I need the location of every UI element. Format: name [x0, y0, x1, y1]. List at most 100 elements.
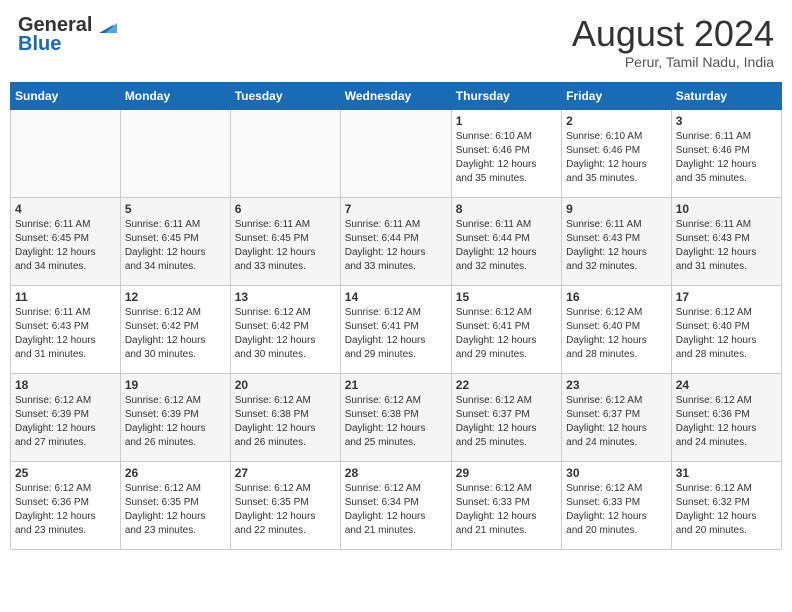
day-info: Sunrise: 6:10 AM Sunset: 6:46 PM Dayligh…: [456, 130, 557, 186]
day-number: 5: [125, 202, 226, 216]
day-info: Sunrise: 6:12 AM Sunset: 6:38 PM Dayligh…: [235, 394, 336, 450]
calendar-cell: 8 Sunrise: 6:11 AM Sunset: 6:44 PM Daylig…: [451, 197, 561, 285]
calendar-cell: 7 Sunrise: 6:11 AM Sunset: 6:44 PM Daylig…: [340, 197, 451, 285]
day-info: Sunrise: 6:12 AM Sunset: 6:34 PM Dayligh…: [345, 482, 447, 538]
calendar-cell: 15Sunrise: 6:12 AM Sunset: 6:41 PM Dayli…: [451, 285, 561, 373]
calendar-week-row: 11 Sunrise: 6:11 AM Sunset: 6:43 PM Dayli…: [11, 285, 782, 373]
day-info: Sunrise: 6:11 AM Sunset: 6:46 PM Dayligh…: [676, 130, 777, 186]
day-info: Sunrise: 6:12 AM Sunset: 6:36 PM Dayligh…: [676, 394, 777, 450]
month-year-title: August 2024: [572, 14, 774, 54]
day-info: Sunrise: 6:11 AM Sunset: 6:45 PM Dayligh…: [235, 218, 336, 274]
day-info: Sunrise: 6:10 AM Sunset: 6:46 PM Dayligh…: [566, 130, 667, 186]
col-header-sunday: Sunday: [11, 82, 121, 109]
logo-blue-text: Blue: [18, 33, 61, 56]
day-number: 8: [456, 202, 557, 216]
day-info: Sunrise: 6:12 AM Sunset: 6:41 PM Dayligh…: [345, 306, 447, 362]
calendar-cell: 23 Sunrise: 6:12 AM Sunset: 6:37 PM Dayli…: [562, 373, 672, 461]
day-number: 11: [15, 290, 116, 304]
calendar-cell: 9 Sunrise: 6:11 AM Sunset: 6:43 PM Daylig…: [562, 197, 672, 285]
calendar-cell: 30Sunrise: 6:12 AM Sunset: 6:33 PM Dayli…: [562, 461, 672, 549]
day-number: 6: [235, 202, 336, 216]
calendar-week-row: 4Sunrise: 6:11 AM Sunset: 6:45 PM Daylig…: [11, 197, 782, 285]
calendar-cell: 18 Sunrise: 6:12 AM Sunset: 6:39 PM Dayli…: [11, 373, 121, 461]
calendar-cell: 11 Sunrise: 6:11 AM Sunset: 6:43 PM Dayli…: [11, 285, 121, 373]
day-info: Sunrise: 6:12 AM Sunset: 6:41 PM Dayligh…: [456, 306, 557, 362]
day-number: 18: [15, 378, 116, 392]
calendar-cell: 24 Sunrise: 6:12 AM Sunset: 6:36 PM Dayli…: [671, 373, 781, 461]
day-info: Sunrise: 6:12 AM Sunset: 6:39 PM Dayligh…: [15, 394, 116, 450]
day-number: 10: [676, 202, 777, 216]
day-number: 21: [345, 378, 447, 392]
calendar-cell: 16 Sunrise: 6:12 AM Sunset: 6:40 PM Dayli…: [562, 285, 672, 373]
calendar-cell: 21 Sunrise: 6:12 AM Sunset: 6:38 PM Dayli…: [340, 373, 451, 461]
day-number: 20: [235, 378, 336, 392]
calendar-cell: 13 Sunrise: 6:12 AM Sunset: 6:42 PM Dayli…: [230, 285, 340, 373]
day-number: 7: [345, 202, 447, 216]
day-info: Sunrise: 6:11 AM Sunset: 6:43 PM Dayligh…: [15, 306, 116, 362]
col-header-saturday: Saturday: [671, 82, 781, 109]
calendar-cell: 26Sunrise: 6:12 AM Sunset: 6:35 PM Dayli…: [120, 461, 230, 549]
day-info: Sunrise: 6:12 AM Sunset: 6:32 PM Dayligh…: [676, 482, 777, 538]
calendar-cell: [230, 109, 340, 197]
day-info: Sunrise: 6:12 AM Sunset: 6:39 PM Dayligh…: [125, 394, 226, 450]
calendar-cell: 25Sunrise: 6:12 AM Sunset: 6:36 PM Dayli…: [11, 461, 121, 549]
day-number: 1: [456, 114, 557, 128]
calendar-table: SundayMondayTuesdayWednesdayThursdayFrid…: [10, 82, 782, 550]
calendar-cell: [120, 109, 230, 197]
day-number: 30: [566, 466, 667, 480]
calendar-cell: [11, 109, 121, 197]
calendar-header-row: SundayMondayTuesdayWednesdayThursdayFrid…: [11, 82, 782, 109]
day-number: 27: [235, 466, 336, 480]
calendar-cell: 31 Sunrise: 6:12 AM Sunset: 6:32 PM Dayli…: [671, 461, 781, 549]
day-number: 2: [566, 114, 667, 128]
day-number: 16: [566, 290, 667, 304]
day-number: 29: [456, 466, 557, 480]
day-number: 19: [125, 378, 226, 392]
calendar-week-row: 1 Sunrise: 6:10 AM Sunset: 6:46 PM Daylig…: [11, 109, 782, 197]
calendar-cell: 27Sunrise: 6:12 AM Sunset: 6:35 PM Dayli…: [230, 461, 340, 549]
day-number: 17: [676, 290, 777, 304]
day-number: 12: [125, 290, 226, 304]
calendar-cell: 3 Sunrise: 6:11 AM Sunset: 6:46 PM Daylig…: [671, 109, 781, 197]
calendar-cell: 14Sunrise: 6:12 AM Sunset: 6:41 PM Dayli…: [340, 285, 451, 373]
calendar-cell: 28 Sunrise: 6:12 AM Sunset: 6:34 PM Dayli…: [340, 461, 451, 549]
day-info: Sunrise: 6:11 AM Sunset: 6:43 PM Dayligh…: [676, 218, 777, 274]
day-info: Sunrise: 6:12 AM Sunset: 6:37 PM Dayligh…: [566, 394, 667, 450]
day-number: 31: [676, 466, 777, 480]
day-info: Sunrise: 6:12 AM Sunset: 6:42 PM Dayligh…: [235, 306, 336, 362]
col-header-wednesday: Wednesday: [340, 82, 451, 109]
day-info: Sunrise: 6:12 AM Sunset: 6:40 PM Dayligh…: [566, 306, 667, 362]
col-header-tuesday: Tuesday: [230, 82, 340, 109]
day-info: Sunrise: 6:12 AM Sunset: 6:36 PM Dayligh…: [15, 482, 116, 538]
calendar-cell: 29Sunrise: 6:12 AM Sunset: 6:33 PM Dayli…: [451, 461, 561, 549]
calendar-cell: [340, 109, 451, 197]
calendar-cell: 19 Sunrise: 6:12 AM Sunset: 6:39 PM Dayli…: [120, 373, 230, 461]
day-number: 3: [676, 114, 777, 128]
day-number: 23: [566, 378, 667, 392]
day-number: 22: [456, 378, 557, 392]
calendar-cell: 12 Sunrise: 6:12 AM Sunset: 6:42 PM Dayli…: [120, 285, 230, 373]
calendar-cell: 1 Sunrise: 6:10 AM Sunset: 6:46 PM Daylig…: [451, 109, 561, 197]
logo: General Blue: [18, 14, 117, 56]
day-number: 24: [676, 378, 777, 392]
day-info: Sunrise: 6:11 AM Sunset: 6:43 PM Dayligh…: [566, 218, 667, 274]
day-info: Sunrise: 6:11 AM Sunset: 6:44 PM Dayligh…: [456, 218, 557, 274]
day-info: Sunrise: 6:12 AM Sunset: 6:42 PM Dayligh…: [125, 306, 226, 362]
calendar-cell: 6 Sunrise: 6:11 AM Sunset: 6:45 PM Daylig…: [230, 197, 340, 285]
location-text: Perur, Tamil Nadu, India: [572, 54, 774, 70]
day-info: Sunrise: 6:11 AM Sunset: 6:44 PM Dayligh…: [345, 218, 447, 274]
page-header: General Blue August 2024 Perur, Tamil Na…: [10, 10, 782, 74]
day-info: Sunrise: 6:11 AM Sunset: 6:45 PM Dayligh…: [15, 218, 116, 274]
calendar-cell: 4Sunrise: 6:11 AM Sunset: 6:45 PM Daylig…: [11, 197, 121, 285]
calendar-cell: 10 Sunrise: 6:11 AM Sunset: 6:43 PM Dayli…: [671, 197, 781, 285]
calendar-cell: 22Sunrise: 6:12 AM Sunset: 6:37 PM Dayli…: [451, 373, 561, 461]
day-number: 9: [566, 202, 667, 216]
day-info: Sunrise: 6:12 AM Sunset: 6:38 PM Dayligh…: [345, 394, 447, 450]
day-info: Sunrise: 6:11 AM Sunset: 6:45 PM Dayligh…: [125, 218, 226, 274]
calendar-cell: 2 Sunrise: 6:10 AM Sunset: 6:46 PM Daylig…: [562, 109, 672, 197]
day-number: 13: [235, 290, 336, 304]
day-number: 26: [125, 466, 226, 480]
calendar-cell: 20 Sunrise: 6:12 AM Sunset: 6:38 PM Dayli…: [230, 373, 340, 461]
day-number: 28: [345, 466, 447, 480]
title-block: August 2024 Perur, Tamil Nadu, India: [572, 14, 774, 70]
